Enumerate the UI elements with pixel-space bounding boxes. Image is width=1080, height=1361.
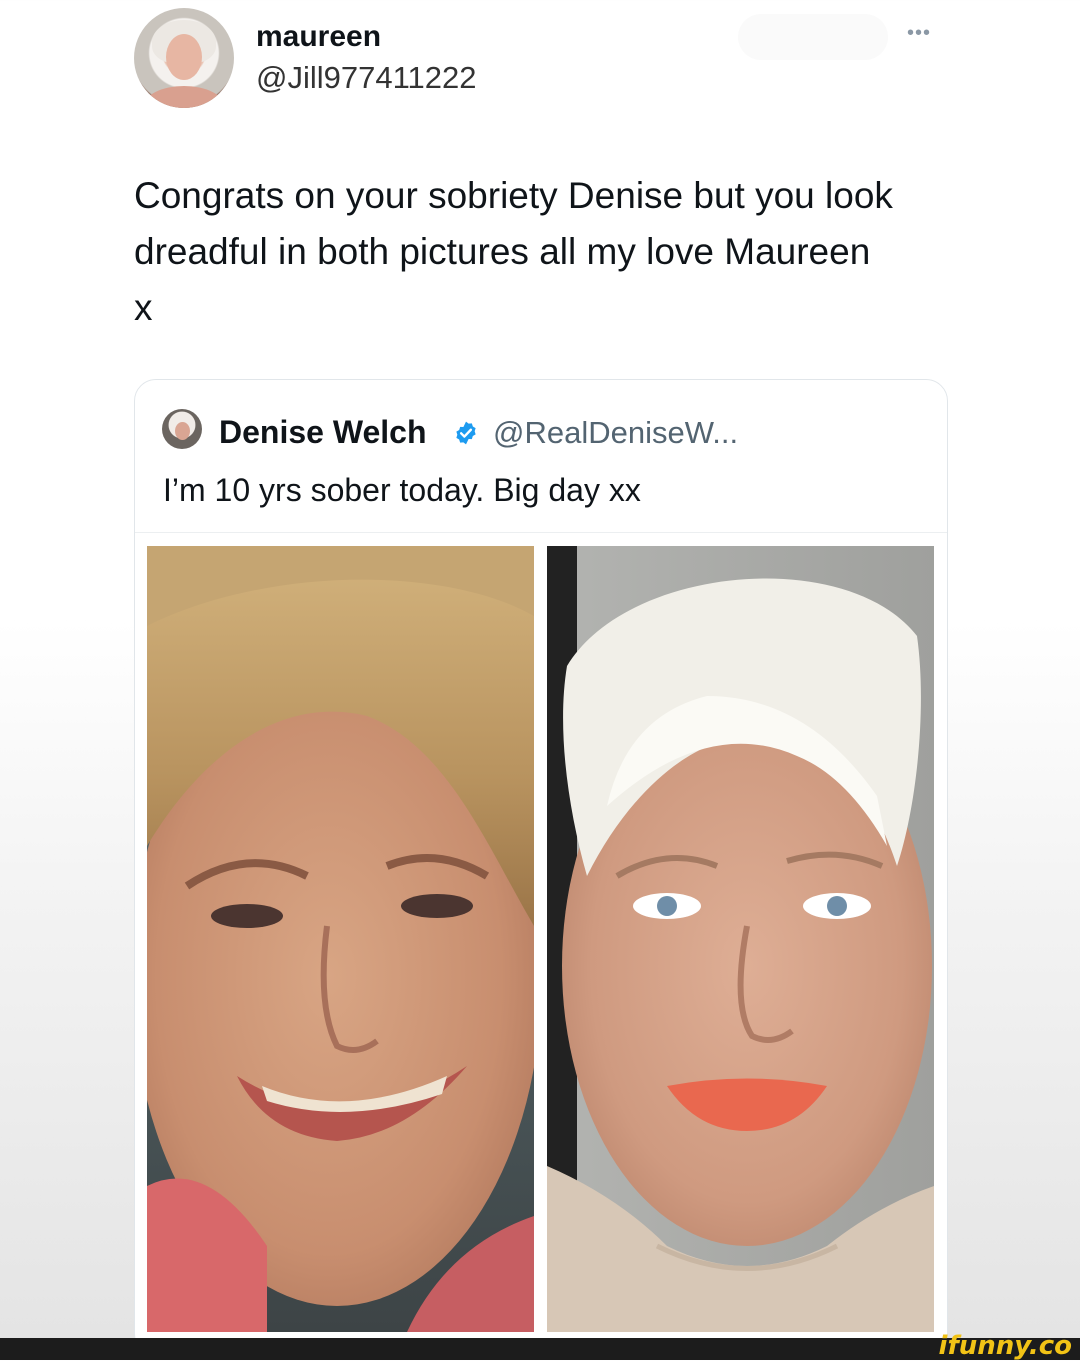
verified-badge-icon: [456, 421, 476, 445]
tweet-text: Congrats on your sobriety Denise but you…: [134, 175, 893, 328]
avatar-shoulders: [144, 86, 224, 108]
before-photo-image: [147, 546, 534, 1332]
watermark-bar: [0, 1338, 1080, 1360]
quoted-author-avatar[interactable]: [162, 409, 202, 449]
quoted-author-name[interactable]: Denise Welch: [219, 414, 426, 451]
more-options-icon[interactable]: •••: [907, 22, 931, 45]
after-photo-image: [547, 546, 934, 1332]
author-display-name[interactable]: maureen: [256, 20, 381, 54]
quoted-tweet-card[interactable]: Denise Welch @RealDeniseW... I’m 10 yrs …: [134, 379, 948, 1356]
before-photo[interactable]: [147, 546, 534, 1332]
quoted-tweet-text: I’m 10 yrs sober today. Big day xx: [163, 472, 641, 508]
author-handle[interactable]: @Jill977411222: [256, 60, 477, 96]
ifunny-watermark: ifunny.co: [938, 1331, 1072, 1361]
after-photo[interactable]: [547, 546, 934, 1332]
author-avatar[interactable]: [134, 8, 234, 108]
quoted-author-handle[interactable]: @RealDeniseW...: [493, 415, 738, 451]
quoted-avatar-face: [175, 422, 190, 440]
follow-button-faded[interactable]: [738, 14, 888, 60]
quoted-divider: [135, 532, 947, 533]
avatar-face: [166, 34, 202, 80]
